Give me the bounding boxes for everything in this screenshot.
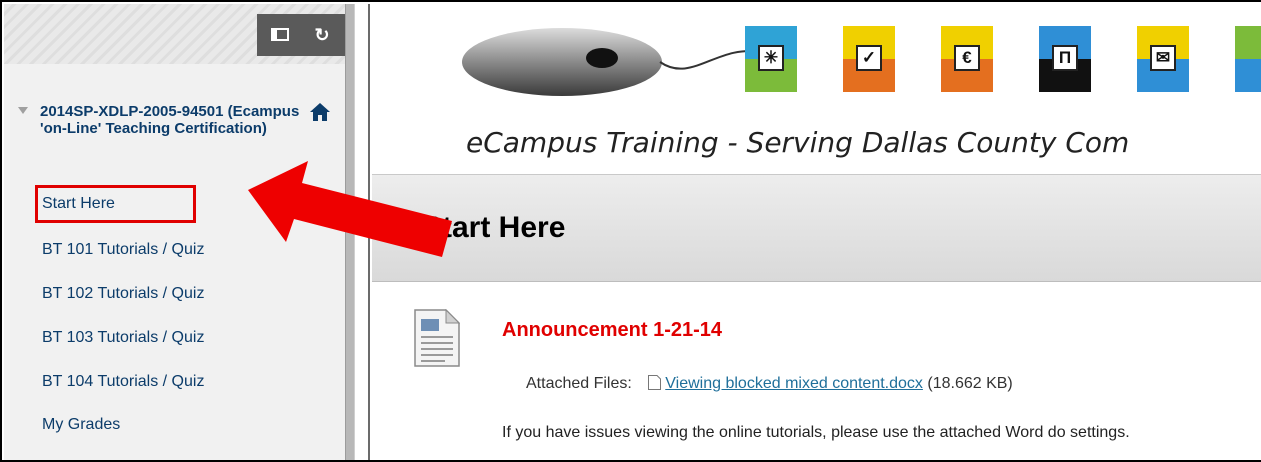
item-title[interactable]: Announcement 1-21-14: [502, 319, 722, 342]
envelope-icon: ✉: [1150, 45, 1176, 71]
page-header: Start Here: [372, 174, 1261, 282]
refresh-icon: ↻: [314, 25, 330, 45]
home-icon[interactable]: [310, 103, 330, 121]
quick-view-button[interactable]: [265, 20, 295, 50]
course-menu-header: ↻: [4, 4, 345, 64]
pillar-icon: Π: [1052, 45, 1078, 71]
mouse-logo-icon: [462, 28, 762, 96]
menu-item-bt104[interactable]: BT 104 Tutorials / Quiz: [42, 373, 204, 391]
red-arrow-annotation: [248, 161, 452, 257]
banner-tile-6: [1235, 26, 1261, 92]
menu-item-bt102[interactable]: BT 102 Tutorials / Quiz: [42, 285, 204, 303]
quick-view-icon: [271, 28, 289, 41]
file-icon: [648, 375, 662, 390]
screenshot-frame: ↻ 2014SP-XDLP-2005-94501 (Ecampus 'on-Li…: [0, 0, 1261, 462]
attached-file-link[interactable]: Viewing blocked mixed content.docx: [665, 375, 923, 392]
item-body-text: If you have issues viewing the online tu…: [502, 424, 1130, 441]
menu-item-bt101[interactable]: BT 101 Tutorials / Quiz: [42, 241, 204, 259]
refresh-button[interactable]: ↻: [307, 20, 337, 50]
banner-tile-4: Π: [1039, 26, 1091, 92]
content-item: Announcement 1-21-14 Attached Files: Vie…: [370, 282, 1261, 460]
menu-item-start-here[interactable]: Start Here: [42, 195, 115, 213]
attached-files-label: Attached Files:: [526, 375, 632, 392]
menu-tool-tray: ↻: [257, 14, 345, 56]
menu-item-bt103[interactable]: BT 103 Tutorials / Quiz: [42, 329, 204, 347]
euro-icon: €: [954, 45, 980, 71]
banner-tile-1: ✳: [745, 26, 797, 92]
document-icon: [414, 309, 460, 367]
check-icon: ✓: [856, 45, 882, 71]
course-title[interactable]: 2014SP-XDLP-2005-94501 (Ecampus 'on-Line…: [40, 103, 310, 137]
banner-tile-5: ✉: [1137, 26, 1189, 92]
banner-tagline: eCampus Training - Serving Dallas County…: [466, 126, 1130, 159]
content-area: ✳ ✓ € Π ✉ eCampus Training - Serving Dal…: [368, 4, 1261, 460]
menu-item-my-grades[interactable]: My Grades: [42, 416, 120, 434]
asterisk-icon: ✳: [758, 45, 784, 71]
collapse-triangle-icon[interactable]: [18, 107, 28, 114]
banner-tile-3: €: [941, 26, 993, 92]
course-banner: ✳ ✓ € Π ✉ eCampus Training - Serving Dal…: [370, 4, 1261, 172]
banner-tile-2: ✓: [843, 26, 895, 92]
attached-files-row: Attached Files: Viewing blocked mixed co…: [526, 375, 1013, 393]
attached-file-size: (18.662 KB): [927, 375, 1013, 392]
